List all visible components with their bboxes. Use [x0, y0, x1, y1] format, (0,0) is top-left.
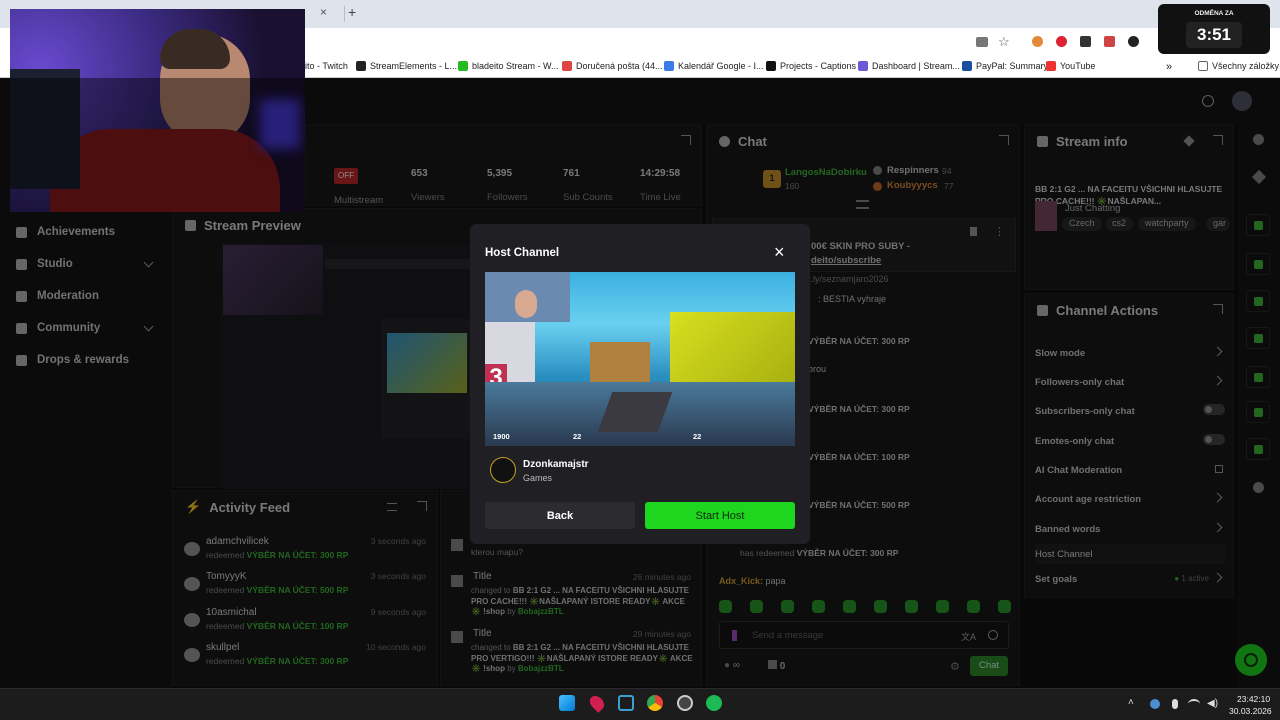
timer-value: 3:51 [1186, 22, 1242, 48]
bookmark-bladeito[interactable]: bladeito Stream - W... [458, 61, 559, 71]
hud-health: 1900 [493, 432, 510, 441]
bookmark-star-icon[interactable]: ☆ [998, 34, 1010, 50]
extension-icon[interactable] [1080, 36, 1091, 47]
microphone-icon[interactable] [1172, 699, 1178, 709]
hud-ammo: 22 [693, 432, 702, 441]
channel-name: Dzonkamajstr [523, 459, 589, 470]
app-icon[interactable] [618, 695, 634, 711]
thumbnail-yellow-wall [670, 312, 795, 382]
volume-icon[interactable]: ◀) [1207, 698, 1218, 709]
bookmark-paypal[interactable]: PayPal: Summary [962, 61, 1048, 71]
tray-expand-icon[interactable]: ˄ [1128, 697, 1134, 708]
calendar-icon [664, 61, 674, 71]
modal-title: Host Channel [485, 247, 560, 259]
chrome-icon[interactable] [647, 695, 663, 711]
channel-avatar [490, 457, 516, 483]
taskbar-time[interactable]: 23:42:10 [1237, 694, 1270, 704]
taskbar [0, 688, 1280, 720]
streamelements-icon [356, 61, 366, 71]
stream-thumbnail: 3 1900 22 22 [485, 272, 795, 446]
new-tab-button[interactable]: + [348, 4, 356, 20]
bookmarks-more-button[interactable]: » [1166, 61, 1172, 73]
youtube-icon [1046, 61, 1056, 71]
wifi-icon[interactable] [1188, 699, 1200, 709]
windows-start-icon[interactable] [559, 695, 575, 711]
host-channel-modal: Host Channel × 3 1900 22 22 Dzonkamajstr… [470, 224, 810, 544]
spotify-icon[interactable] [706, 695, 722, 711]
bookmark-captions[interactable]: Projects - Captions [766, 61, 856, 71]
bookmark-youtube[interactable]: YouTube [1046, 61, 1095, 71]
translate-icon[interactable] [976, 37, 988, 47]
back-button[interactable]: Back [485, 502, 635, 529]
extension-icon[interactable] [1104, 36, 1115, 47]
tab-divider [344, 6, 345, 22]
obs-icon[interactable] [677, 695, 693, 711]
extension-icon[interactable] [1128, 36, 1139, 47]
start-host-button[interactable]: Start Host [645, 502, 795, 529]
kick-icon [458, 61, 468, 71]
steam-icon[interactable] [1150, 699, 1160, 709]
gmail-icon [562, 61, 572, 71]
thumbnail-doorway [590, 342, 650, 387]
timer-overlay: ODMĚNA ZA 3:51 [1158, 4, 1270, 54]
captions-icon [766, 61, 776, 71]
bookmark-dashboard[interactable]: Dashboard | Stream... [858, 61, 960, 71]
paypal-icon [962, 61, 972, 71]
streamlabs-icon [858, 61, 868, 71]
hud-armor: 22 [573, 432, 582, 441]
thumbnail-person [515, 290, 537, 318]
bookmark-streamelements[interactable]: StreamElements - L... [356, 61, 457, 71]
folder-icon [1198, 61, 1208, 71]
bookmark-calendar[interactable]: Kalendář Google - I... [664, 61, 764, 71]
bookmark-twitch[interactable]: eito - Twitch [300, 61, 348, 71]
timer-label: ODMĚNA ZA [1194, 10, 1234, 17]
taskbar-date[interactable]: 30.03.2026 [1229, 706, 1272, 716]
bookmark-gmail[interactable]: Doručená pošta (44... [562, 61, 663, 71]
all-bookmarks[interactable]: Všechny záložky [1198, 61, 1279, 71]
channel-category: Games [523, 473, 553, 483]
modal-close-button[interactable]: × [774, 242, 785, 263]
tab-close-button[interactable]: × [320, 5, 327, 19]
webcam-person-hair [160, 29, 230, 69]
extension-icon[interactable] [1032, 36, 1043, 47]
extension-icon[interactable] [1056, 36, 1067, 47]
